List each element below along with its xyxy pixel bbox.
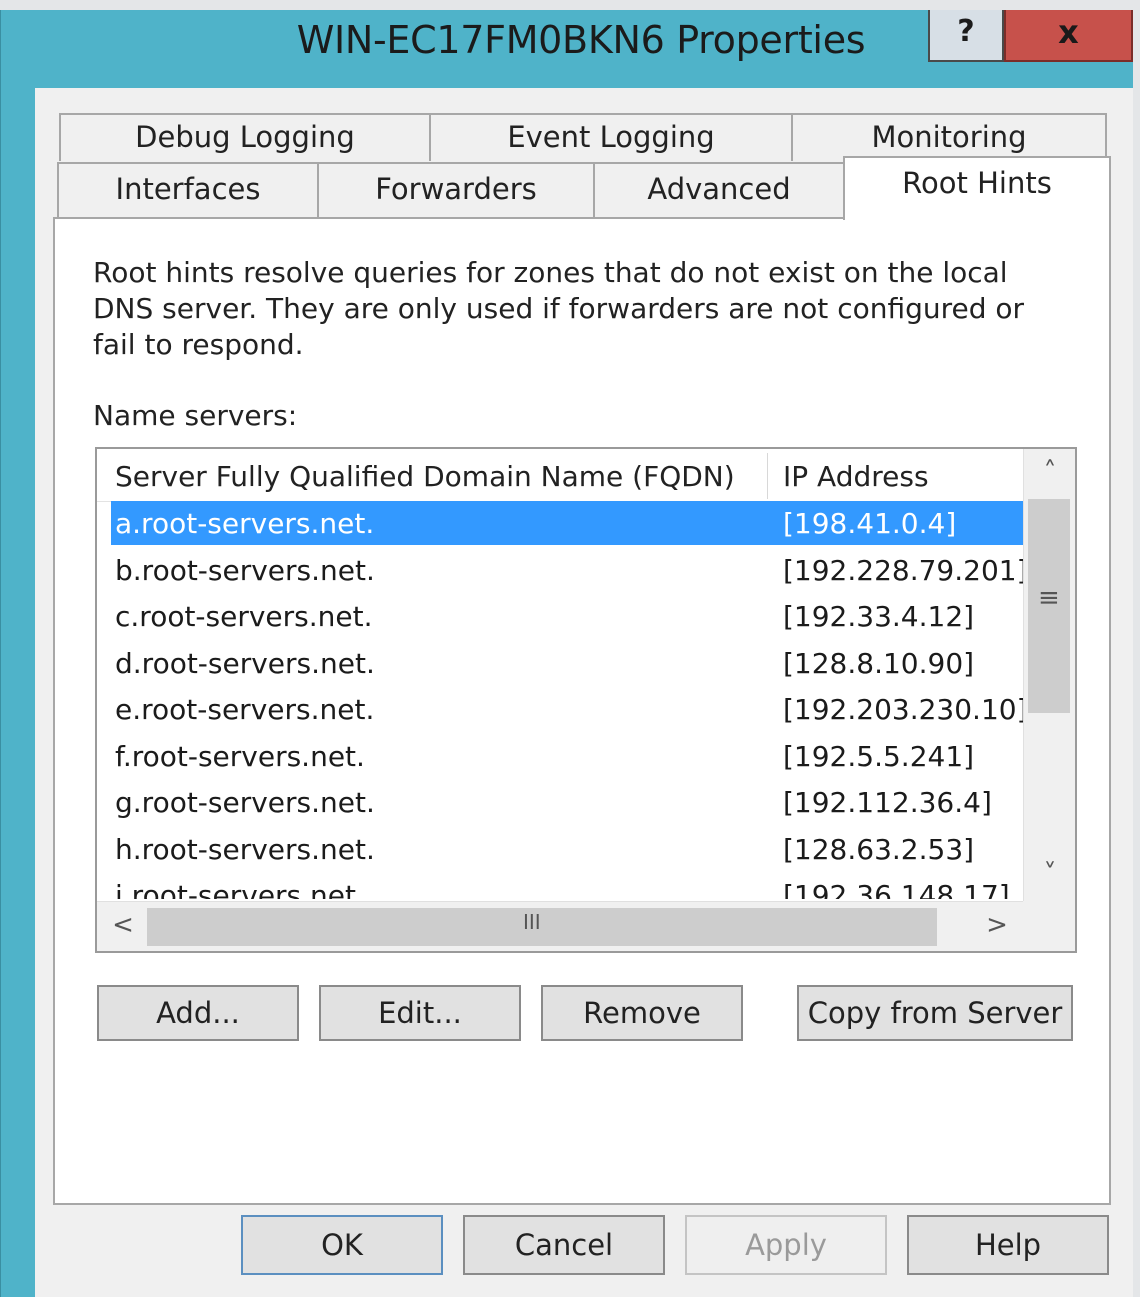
tab-label: Monitoring xyxy=(871,120,1027,154)
tab-label: Debug Logging xyxy=(135,120,355,154)
cancel-button[interactable]: Cancel xyxy=(463,1215,665,1275)
copy-from-server-button[interactable]: Copy from Server xyxy=(797,985,1073,1041)
row-ip: [192.5.5.241] xyxy=(783,739,975,773)
row-ip: [192.112.36.4] xyxy=(783,786,992,819)
row-fqdn: a.root-servers.net. xyxy=(115,507,375,540)
row-fqdn: c.root-servers.net. xyxy=(115,600,373,633)
list-row[interactable]: f.root-servers.net. [192.5.5.241] xyxy=(97,734,1023,781)
tab-debug-logging[interactable]: Debug Logging xyxy=(59,113,431,161)
root-hints-panel: Root hints resolve queries for zones tha… xyxy=(53,217,1111,1205)
list-header: Server Fully Qualified Domain Name (FQDN… xyxy=(97,449,1021,502)
row-fqdn: g.root-servers.net. xyxy=(115,786,375,819)
row-ip: [198.41.0.4] xyxy=(783,507,957,540)
list-row[interactable]: g.root-servers.net. [192.112.36.4] xyxy=(97,780,1023,827)
grip-icon: ≡ xyxy=(1038,583,1060,613)
tab-label: Interfaces xyxy=(115,172,261,206)
edit-button[interactable]: Edit... xyxy=(319,985,521,1041)
vertical-scrollbar[interactable]: ˄ ≡ ˅ xyxy=(1023,449,1075,901)
vertical-scroll-thumb[interactable]: ≡ xyxy=(1028,499,1070,713)
column-divider[interactable] xyxy=(767,453,768,499)
scroll-left-icon[interactable]: < xyxy=(103,910,143,940)
row-ip: [192.36.148.17] xyxy=(783,879,1010,899)
tab-label: Advanced xyxy=(647,172,791,206)
list-row[interactable]: h.root-servers.net. [128.63.2.53] xyxy=(97,827,1023,874)
tab-root-hints[interactable]: Root Hints xyxy=(843,156,1111,220)
list-row[interactable]: a.root-servers.net. [198.41.0.4] xyxy=(97,501,1023,548)
help-caption-button[interactable]: ? xyxy=(928,10,1004,62)
question-mark-icon: ? xyxy=(957,14,975,49)
name-servers-label: Name servers: xyxy=(93,399,298,432)
horizontal-scroll-thumb[interactable]: III xyxy=(147,908,937,946)
dialog-window: WIN-EC17FM0BKN6 Properties ? x Debug Log… xyxy=(0,10,1133,1297)
list-row[interactable]: b.root-servers.net. [192.228.79.201] xyxy=(97,548,1023,595)
row-fqdn: i.root-servers.net. xyxy=(115,879,365,899)
list-row[interactable]: i.root-servers.net. [192.36.148.17] xyxy=(97,873,1023,899)
list-row[interactable]: d.root-servers.net. [128.8.10.90] xyxy=(97,641,1023,688)
horizontal-scrollbar[interactable]: < III > xyxy=(97,901,1023,951)
scroll-down-icon[interactable]: ˅ xyxy=(1030,859,1070,889)
name-servers-list[interactable]: Server Fully Qualified Domain Name (FQDN… xyxy=(95,447,1077,953)
row-fqdn: d.root-servers.net. xyxy=(115,646,375,680)
add-button[interactable]: Add... xyxy=(97,985,299,1041)
row-ip: [192.228.79.201] xyxy=(783,553,1023,587)
row-ip: [192.33.4.12] xyxy=(783,600,975,633)
tab-label: Event Logging xyxy=(507,120,715,154)
apply-button[interactable]: Apply xyxy=(685,1215,887,1275)
close-button[interactable]: x xyxy=(1004,10,1133,62)
list-rows: a.root-servers.net. [198.41.0.4] b.root-… xyxy=(97,501,1023,899)
row-fqdn: h.root-servers.net. xyxy=(115,832,375,866)
row-fqdn: f.root-servers.net. xyxy=(115,739,365,773)
row-fqdn: e.root-servers.net. xyxy=(115,693,375,726)
ok-button[interactable]: OK xyxy=(241,1215,443,1275)
tab-event-logging[interactable]: Event Logging xyxy=(429,113,793,161)
tab-advanced[interactable]: Advanced xyxy=(593,162,845,218)
scroll-up-icon[interactable]: ˄ xyxy=(1030,457,1070,487)
grip-icon: III xyxy=(523,910,541,934)
row-ip: [128.63.2.53] xyxy=(783,832,975,866)
tab-forwarders[interactable]: Forwarders xyxy=(317,162,595,218)
tab-monitoring[interactable]: Monitoring xyxy=(791,113,1107,161)
tab-interfaces[interactable]: Interfaces xyxy=(57,162,319,218)
column-header-ip[interactable]: IP Address xyxy=(783,449,929,501)
list-row[interactable]: e.root-servers.net. [192.203.230.10] xyxy=(97,687,1023,734)
column-header-fqdn[interactable]: Server Fully Qualified Domain Name (FQDN… xyxy=(115,449,735,501)
row-ip: [128.8.10.90] xyxy=(783,646,975,680)
tab-label: Forwarders xyxy=(375,172,537,206)
remove-button[interactable]: Remove xyxy=(541,985,743,1041)
tab-label: Root Hints xyxy=(902,166,1052,200)
root-hints-description: Root hints resolve queries for zones tha… xyxy=(93,256,1025,361)
scroll-right-icon[interactable]: > xyxy=(977,910,1017,940)
row-fqdn: b.root-servers.net. xyxy=(115,553,375,587)
row-ip: [192.203.230.10] xyxy=(783,693,1023,726)
list-row[interactable]: c.root-servers.net. [192.33.4.12] xyxy=(97,594,1023,641)
help-button[interactable]: Help xyxy=(907,1215,1109,1275)
scrollbar-corner xyxy=(1023,901,1075,951)
close-icon: x xyxy=(1058,13,1079,51)
